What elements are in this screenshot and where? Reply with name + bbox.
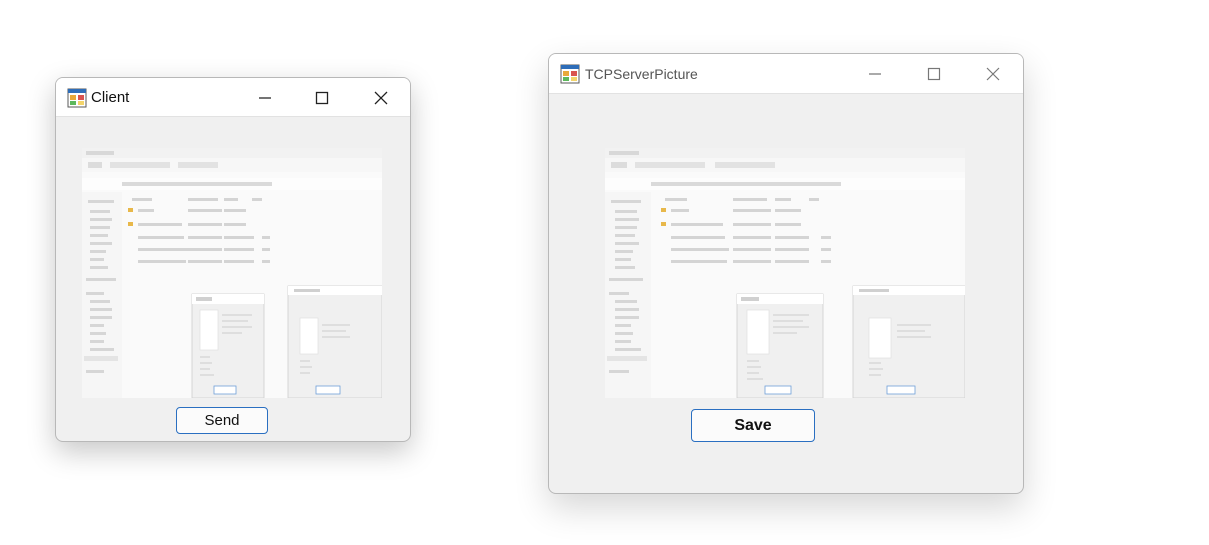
client-window: Client Send	[55, 77, 411, 442]
form-app-icon	[560, 64, 580, 89]
close-button[interactable]	[361, 83, 401, 113]
maximize-icon	[927, 67, 941, 81]
received-screenshot-picture	[82, 148, 382, 398]
server-window: TCPServerPicture Save	[548, 53, 1024, 494]
minimize-button[interactable]	[855, 59, 895, 89]
maximize-button[interactable]	[302, 83, 342, 113]
maximize-button[interactable]	[914, 59, 954, 89]
close-button[interactable]	[973, 59, 1013, 89]
maximize-icon	[315, 91, 329, 105]
form-app-icon	[67, 88, 87, 113]
minimize-button[interactable]	[245, 83, 285, 113]
minimize-icon	[869, 73, 881, 75]
close-icon	[986, 67, 1000, 81]
close-icon	[374, 91, 388, 105]
save-button[interactable]: Save	[691, 409, 815, 442]
window-title: Client	[91, 89, 130, 106]
received-screenshot-picture	[605, 148, 965, 398]
window-title: TCPServerPicture	[585, 66, 698, 82]
client-titlebar[interactable]: Client	[56, 78, 410, 117]
minimize-icon	[259, 97, 271, 99]
server-titlebar[interactable]: TCPServerPicture	[549, 54, 1023, 94]
send-button[interactable]: Send	[176, 407, 268, 434]
